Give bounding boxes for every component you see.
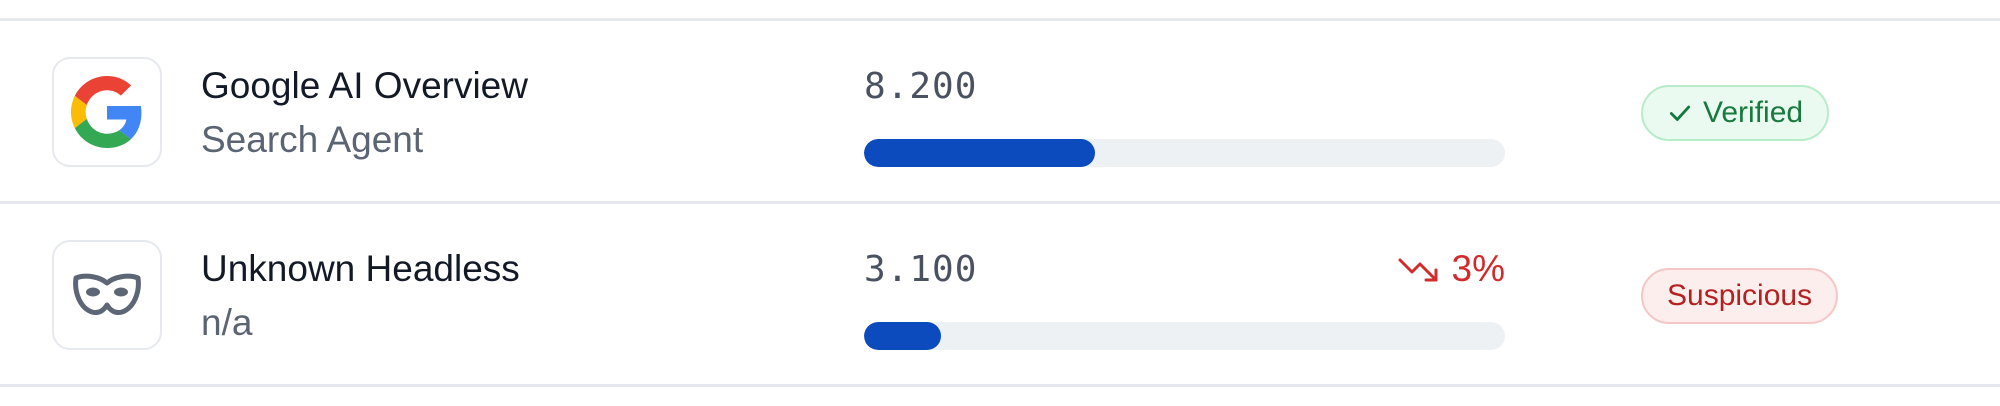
- trend-indicator: 3%: [1398, 250, 1505, 287]
- score-value: 3.100: [864, 249, 978, 290]
- agent-logo: [52, 57, 162, 167]
- table-row[interactable]: Google AI Overview Search Agent 8.200 Ve…: [0, 21, 2000, 201]
- table-row[interactable]: Unknown Headless n/a 3.100 3% Suspicious: [0, 204, 2000, 384]
- agent-name: Google AI Overview: [201, 65, 528, 106]
- score-bar: [864, 139, 1505, 167]
- status-label: Verified: [1703, 96, 1804, 129]
- mask-icon: [73, 273, 141, 315]
- google-g-icon: [71, 76, 142, 148]
- score-bar-fill: [864, 139, 1095, 167]
- status-badge: Suspicious: [1641, 268, 1839, 324]
- check-icon: [1669, 105, 1691, 121]
- status-label: Suspicious: [1667, 279, 1813, 312]
- agent-logo: [52, 240, 162, 350]
- score-bar-fill: [864, 322, 941, 350]
- agent-name: Unknown Headless: [201, 248, 520, 289]
- trend-value: 3%: [1451, 248, 1505, 289]
- agent-type: Search Agent: [201, 119, 424, 160]
- row-divider: [0, 384, 2000, 387]
- agent-type: n/a: [201, 302, 253, 343]
- status-badge: Verified: [1641, 85, 1830, 141]
- score-value: 8.200: [864, 66, 978, 107]
- trending-down-icon: [1398, 258, 1438, 281]
- score-bar: [864, 322, 1505, 350]
- agents-table: Google AI Overview Search Agent 8.200 Ve…: [0, 0, 2000, 406]
